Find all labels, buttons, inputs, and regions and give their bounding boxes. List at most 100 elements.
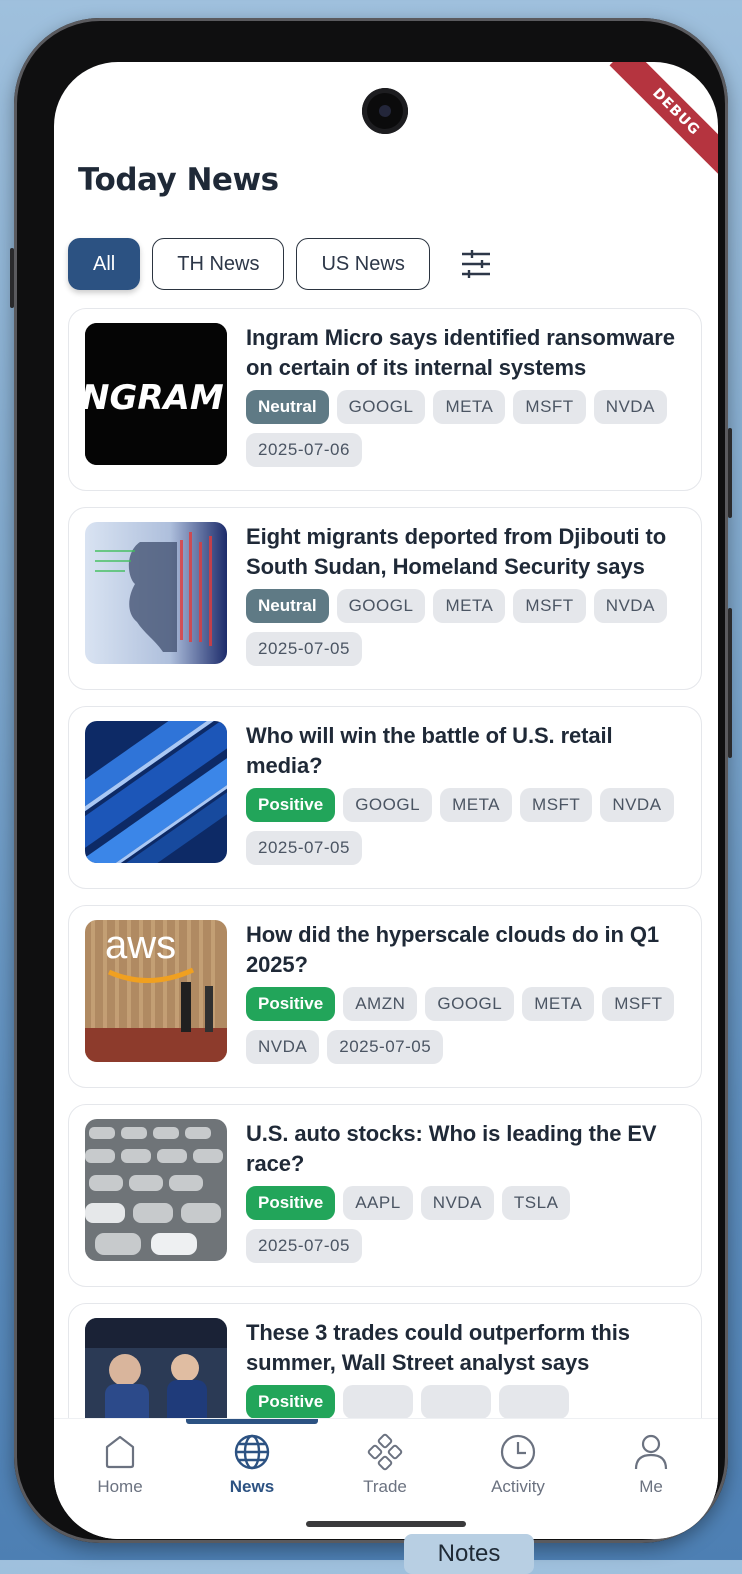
ingram-logo-image: NGRAM	[85, 323, 227, 465]
sentiment-badge: Positive	[246, 1385, 336, 1418]
ticker-tag: TSLA	[501, 1186, 571, 1220]
news-title: Ingram Micro says identified ransomware …	[246, 325, 675, 380]
news-title: These 3 trades could outperform this sum…	[246, 1320, 630, 1375]
ticker-tag: META	[433, 589, 506, 623]
nav-label: News	[229, 1477, 275, 1496]
date-tag: 2025-07-06	[246, 433, 362, 467]
ticker-tag: NVDA	[593, 390, 667, 424]
home-indicator[interactable]	[306, 1521, 466, 1527]
news-card[interactable]: These 3 trades could outperform this sum…	[68, 1303, 702, 1418]
news-tags: Positive	[246, 1385, 685, 1418]
ticker-tag	[343, 1385, 414, 1418]
news-tags: Positive AMZN GOOGL META MSFT NVDA 2025-…	[246, 987, 685, 1073]
news-card[interactable]: U.S. auto stocks: Who is leading the EV …	[68, 1104, 702, 1287]
sentiment-badge: Positive	[246, 987, 336, 1021]
globe-icon	[234, 1434, 270, 1470]
ticker-tag: GOOGL	[336, 390, 426, 424]
nav-label: Trade	[363, 1477, 407, 1496]
news-card[interactable]: Who will win the battle of U.S. retail m…	[68, 706, 702, 889]
nav-label: Activity	[491, 1477, 545, 1496]
date-tag: 2025-07-05	[246, 632, 362, 666]
active-tab-indicator	[186, 1419, 318, 1424]
news-filter-tabs: All TH News US News	[68, 236, 496, 292]
nav-item-activity[interactable]: Activity	[458, 1433, 578, 1503]
ticker-tag: NVDA	[246, 1030, 320, 1064]
app-screen: DEBUG Today News All TH News US News NGR…	[54, 62, 718, 1539]
page-title: Today News	[78, 162, 279, 198]
volume-button	[728, 428, 732, 518]
news-card[interactable]: Eight migrants deported from Djibouti to…	[68, 507, 702, 690]
parked-cars-image	[85, 1119, 227, 1261]
side-button	[10, 248, 14, 308]
ticker-tag: GOOGL	[336, 589, 426, 623]
news-thumbnail: aws	[85, 920, 227, 1062]
nav-item-trade[interactable]: Trade	[325, 1433, 445, 1503]
ticker-tag: META	[433, 390, 506, 424]
traders-floor-image	[85, 1318, 227, 1418]
sentiment-badge: Positive	[246, 788, 336, 822]
sliders-icon	[461, 250, 490, 278]
stock-screen-image	[85, 522, 227, 664]
ticker-tag	[499, 1385, 570, 1418]
svg-text:NGRAM: NGRAM	[85, 378, 224, 418]
ticker-tag: NVDA	[593, 589, 667, 623]
ticker-tag: NVDA	[600, 788, 674, 822]
tab-th-news[interactable]: TH News	[152, 238, 285, 290]
news-thumbnail: NGRAM	[85, 323, 227, 465]
svg-text:aws: aws	[105, 923, 176, 967]
ticker-tag	[421, 1385, 492, 1418]
news-thumbnail	[85, 721, 227, 863]
ticker-tag: MSFT	[520, 788, 593, 822]
sentiment-badge: Positive	[246, 1186, 336, 1220]
phone-frame: DEBUG Today News All TH News US News NGR…	[10, 18, 732, 1543]
ticker-tag: META	[440, 788, 513, 822]
retail-cards-image	[85, 721, 227, 863]
news-tags: Neutral GOOGL META MSFT NVDA 2025-07-06	[246, 390, 685, 476]
news-title: Who will win the battle of U.S. retail m…	[246, 723, 613, 778]
date-tag: 2025-07-05	[327, 1030, 444, 1064]
news-tags: Positive AAPL NVDA TSLA 2025-07-05	[246, 1186, 685, 1272]
news-title: Eight migrants deported from Djibouti to…	[246, 524, 667, 579]
aws-sign-image: aws	[85, 920, 227, 1062]
ticker-tag: AAPL	[343, 1186, 413, 1220]
person-icon	[634, 1434, 668, 1470]
power-button	[728, 608, 732, 758]
ticker-tag: GOOGL	[343, 788, 433, 822]
news-title: U.S. auto stocks: Who is leading the EV …	[246, 1121, 657, 1176]
news-thumbnail	[85, 522, 227, 664]
nav-item-home[interactable]: Home	[60, 1433, 180, 1503]
news-title: How did the hyperscale clouds do in Q1 2…	[246, 922, 660, 977]
tab-all[interactable]: All	[68, 238, 141, 290]
trade-icon	[367, 1433, 403, 1471]
news-thumbnail	[85, 1318, 227, 1418]
nav-label: Home	[97, 1477, 143, 1496]
ticker-tag: AMZN	[343, 987, 418, 1021]
sentiment-badge: Neutral	[246, 390, 329, 424]
filter-button[interactable]	[456, 244, 496, 284]
front-camera	[362, 88, 408, 134]
news-list[interactable]: NGRAM Ingram Micro says identified ranso…	[68, 308, 702, 1418]
debug-banner: DEBUG	[609, 62, 718, 179]
home-icon	[105, 1435, 135, 1469]
nav-label: Me	[639, 1477, 663, 1496]
nav-item-news[interactable]: News	[192, 1433, 312, 1503]
nav-item-me[interactable]: Me	[591, 1433, 711, 1503]
notes-tab[interactable]: Notes	[404, 1534, 534, 1574]
ticker-tag: META	[522, 987, 595, 1021]
ticker-tag: MSFT	[513, 589, 586, 623]
news-tags: Positive GOOGL META MSFT NVDA 2025-07-05	[246, 788, 685, 874]
ticker-tag: MSFT	[602, 987, 675, 1021]
ticker-tag: MSFT	[513, 390, 586, 424]
bottom-navigation: Home News Trade Activity Me	[54, 1418, 718, 1539]
news-tags: Neutral GOOGL META MSFT NVDA 2025-07-05	[246, 589, 685, 675]
tab-us-news[interactable]: US News	[296, 238, 430, 290]
news-thumbnail	[85, 1119, 227, 1261]
date-tag: 2025-07-05	[246, 1229, 362, 1263]
news-card[interactable]: NGRAM Ingram Micro says identified ranso…	[68, 308, 702, 491]
ticker-tag: NVDA	[420, 1186, 494, 1220]
sentiment-badge: Neutral	[246, 589, 329, 623]
clock-icon	[500, 1434, 536, 1470]
news-card[interactable]: aws How did the hyperscale clouds do in …	[68, 905, 702, 1088]
ticker-tag: GOOGL	[425, 987, 515, 1021]
date-tag: 2025-07-05	[246, 831, 362, 865]
